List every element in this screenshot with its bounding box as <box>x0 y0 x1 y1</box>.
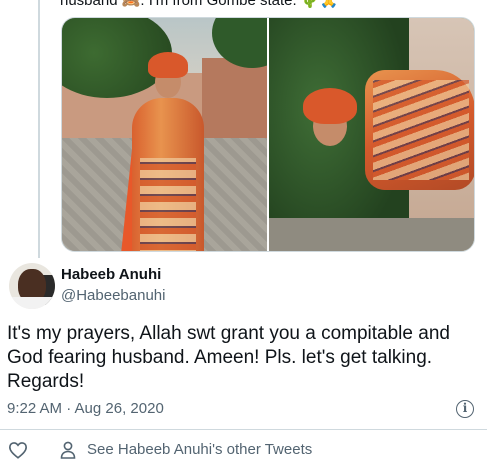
person-outline-icon[interactable] <box>60 441 76 459</box>
author-name[interactable]: Habeeb Anuhi <box>61 266 161 283</box>
author-handle[interactable]: @Habeebanuhi <box>61 287 165 304</box>
tweet-timestamp[interactable]: 9:22 AM · Aug 26, 2020 <box>7 400 164 417</box>
media-photo-1[interactable] <box>62 18 267 251</box>
quoted-tweet-media[interactable] <box>61 17 475 252</box>
see-other-tweets-link[interactable]: See Habeeb Anuhi's other Tweets <box>87 441 312 458</box>
heart-outline-icon[interactable] <box>8 441 28 459</box>
quoted-tweet-text: husband 🙈. I'm from Gombe state. 🌵🙏 <box>60 0 339 9</box>
info-icon[interactable]: i <box>456 400 474 418</box>
tweet-text: It's my prayers, Allah swt grant you a c… <box>7 323 450 392</box>
avatar[interactable] <box>9 263 55 309</box>
media-photo-2[interactable] <box>269 18 474 251</box>
divider <box>0 429 487 430</box>
thread-connector-line <box>38 0 40 258</box>
